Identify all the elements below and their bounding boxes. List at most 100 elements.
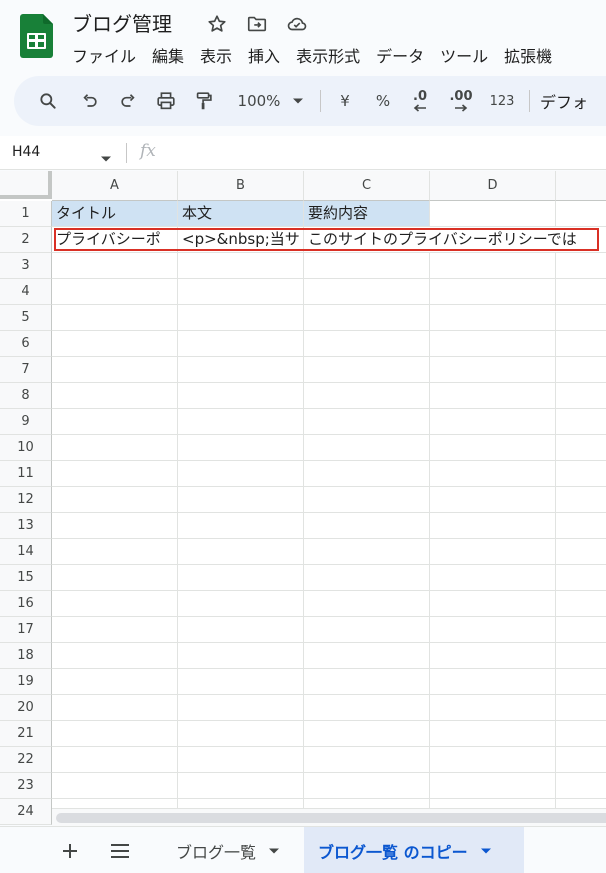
cell-a19[interactable]	[52, 669, 178, 695]
cell-d23[interactable]	[430, 773, 556, 799]
cell-d21[interactable]	[430, 721, 556, 747]
cell-b9[interactable]	[178, 409, 304, 435]
cell-a11[interactable]	[52, 461, 178, 487]
cell-d7[interactable]	[430, 357, 556, 383]
decrease-decimal-button[interactable]: .0	[403, 85, 437, 117]
cell-a18[interactable]	[52, 643, 178, 669]
cell-e10[interactable]	[556, 435, 606, 461]
currency-format-button[interactable]: ¥	[331, 85, 359, 117]
cell-e21[interactable]	[556, 721, 606, 747]
cell-e11[interactable]	[556, 461, 606, 487]
cell-c3[interactable]	[304, 253, 430, 279]
move-folder-icon[interactable]	[245, 12, 269, 36]
cell-a20[interactable]	[52, 695, 178, 721]
cell-b18[interactable]	[178, 643, 304, 669]
cell-c9[interactable]	[304, 409, 430, 435]
menu-insert[interactable]: 挿入	[240, 40, 288, 68]
font-family-select[interactable]: デフォ	[540, 85, 600, 117]
cell-c8[interactable]	[304, 383, 430, 409]
cell-e12[interactable]	[556, 487, 606, 513]
cell-b3[interactable]	[178, 253, 304, 279]
cell-e23[interactable]	[556, 773, 606, 799]
cell-a4[interactable]	[52, 279, 178, 305]
cell-a14[interactable]	[52, 539, 178, 565]
row-header-20[interactable]: 20	[0, 695, 52, 721]
row-header-10[interactable]: 10	[0, 435, 52, 461]
zoom-dropdown-arrow-icon[interactable]	[286, 85, 310, 117]
cell-a3[interactable]	[52, 253, 178, 279]
cell-b10[interactable]	[178, 435, 304, 461]
cell-d8[interactable]	[430, 383, 556, 409]
cell-d19[interactable]	[430, 669, 556, 695]
cell-e7[interactable]	[556, 357, 606, 383]
cell-c6[interactable]	[304, 331, 430, 357]
cell-c16[interactable]	[304, 591, 430, 617]
row-header-1[interactable]: 1	[0, 201, 52, 227]
cell-e17[interactable]	[556, 617, 606, 643]
cell-c7[interactable]	[304, 357, 430, 383]
menu-view[interactable]: 表示	[192, 40, 240, 68]
cell-a16[interactable]	[52, 591, 178, 617]
cell-d11[interactable]	[430, 461, 556, 487]
row-header-23[interactable]: 23	[0, 773, 52, 799]
cell-e13[interactable]	[556, 513, 606, 539]
undo-button[interactable]	[76, 85, 104, 117]
paint-format-button[interactable]	[190, 85, 218, 117]
cell-c4[interactable]	[304, 279, 430, 305]
cell-c23[interactable]	[304, 773, 430, 799]
cell-d14[interactable]	[430, 539, 556, 565]
select-all-corner[interactable]	[0, 171, 52, 199]
column-header-a[interactable]: A	[52, 171, 178, 201]
cell-c11[interactable]	[304, 461, 430, 487]
cell-b4[interactable]	[178, 279, 304, 305]
sheet-tab-dropdown-icon[interactable]	[268, 847, 280, 855]
cell-b19[interactable]	[178, 669, 304, 695]
row-header-12[interactable]: 12	[0, 487, 52, 513]
cell-e14[interactable]	[556, 539, 606, 565]
menu-format[interactable]: 表示形式	[288, 40, 368, 68]
redo-button[interactable]	[114, 85, 142, 117]
row-header-19[interactable]: 19	[0, 669, 52, 695]
cell-e6[interactable]	[556, 331, 606, 357]
cell-c17[interactable]	[304, 617, 430, 643]
cloud-status-icon[interactable]	[285, 12, 309, 36]
cell-c19[interactable]	[304, 669, 430, 695]
cell-a13[interactable]	[52, 513, 178, 539]
document-title[interactable]: ブログ管理	[72, 8, 172, 37]
row-header-21[interactable]: 21	[0, 721, 52, 747]
cell-d6[interactable]	[430, 331, 556, 357]
cell-c2[interactable]: このサイトのプライバシーポリシーでは	[304, 227, 604, 253]
cell-a12[interactable]	[52, 487, 178, 513]
row-header-18[interactable]: 18	[0, 643, 52, 669]
menu-edit[interactable]: 編集	[144, 40, 192, 68]
increase-decimal-button[interactable]: .00	[441, 85, 481, 117]
sheets-logo-icon[interactable]	[20, 14, 53, 58]
cell-b6[interactable]	[178, 331, 304, 357]
cell-e19[interactable]	[556, 669, 606, 695]
more-formats-button[interactable]: 123	[485, 85, 519, 117]
row-header-7[interactable]: 7	[0, 357, 52, 383]
menu-data[interactable]: データ	[368, 40, 432, 68]
cell-d15[interactable]	[430, 565, 556, 591]
row-header-13[interactable]: 13	[0, 513, 52, 539]
cell-b21[interactable]	[178, 721, 304, 747]
menu-tools[interactable]: ツール	[432, 40, 496, 68]
all-sheets-menu-icon[interactable]	[108, 839, 132, 863]
cell-e8[interactable]	[556, 383, 606, 409]
cell-a21[interactable]	[52, 721, 178, 747]
row-header-11[interactable]: 11	[0, 461, 52, 487]
cell-c20[interactable]	[304, 695, 430, 721]
cell-b14[interactable]	[178, 539, 304, 565]
cell-a23[interactable]	[52, 773, 178, 799]
cell-b11[interactable]	[178, 461, 304, 487]
menu-extensions[interactable]: 拡張機	[496, 40, 560, 68]
sheet-tab-dropdown-icon[interactable]	[480, 847, 492, 855]
cell-a22[interactable]	[52, 747, 178, 773]
horizontal-scrollbar[interactable]	[52, 808, 606, 826]
cell-a6[interactable]	[52, 331, 178, 357]
cell-e9[interactable]	[556, 409, 606, 435]
menu-file[interactable]: ファイル	[64, 40, 144, 68]
cell-c18[interactable]	[304, 643, 430, 669]
row-header-2[interactable]: 2	[0, 227, 52, 253]
cell-e3[interactable]	[556, 253, 606, 279]
